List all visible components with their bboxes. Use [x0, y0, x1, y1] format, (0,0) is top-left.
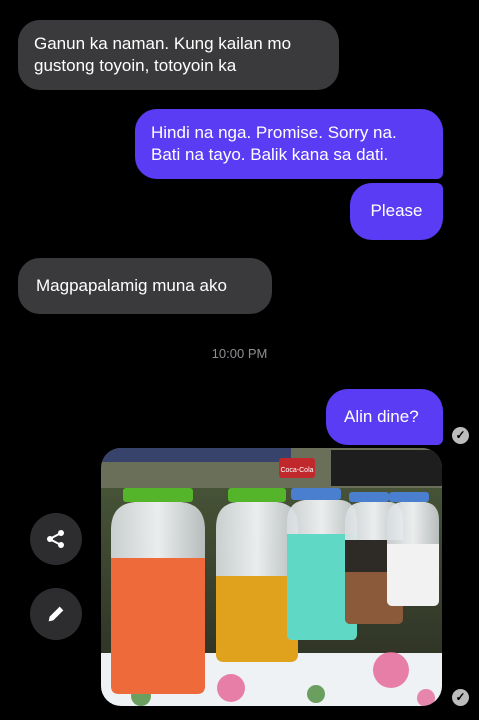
message-outgoing[interactable]: Hindi na nga. Promise. Sorry na. Bati na… — [135, 109, 443, 179]
edit-button[interactable] — [30, 588, 82, 640]
photo-sign-text: Coca-Cola — [280, 467, 313, 474]
message-outgoing[interactable]: Please — [350, 183, 443, 240]
pencil-icon — [48, 606, 64, 622]
message-incoming[interactable]: Ganun ka naman. Kung kailan mo gustong t… — [18, 20, 339, 90]
photo-juice-jars: Coca-Cola — [101, 448, 442, 706]
shared-photo[interactable]: Coca-Cola — [101, 448, 442, 706]
share-icon — [47, 530, 64, 548]
check-circle-icon: ✓ — [452, 689, 469, 706]
share-button[interactable] — [30, 513, 82, 565]
message-incoming[interactable]: Magpapalamig muna ako — [18, 258, 272, 314]
timestamp: 10:00 PM — [211, 346, 268, 361]
message-outgoing[interactable]: Alin dine? — [326, 389, 443, 445]
check-circle-icon: ✓ — [452, 427, 469, 444]
